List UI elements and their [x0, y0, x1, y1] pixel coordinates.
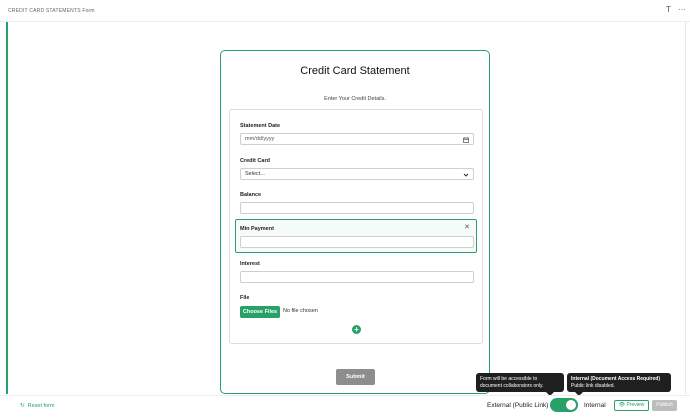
card-title: Credit Card Statement: [300, 65, 410, 77]
external-tooltip: Form will be accessible to document coll…: [476, 373, 564, 396]
eye-icon: 👁: [618, 402, 626, 408]
min-payment-label: Min Payment: [240, 226, 274, 232]
close-icon[interactable]: ✕: [464, 223, 470, 231]
add-field-icon[interactable]: +: [352, 325, 361, 334]
statement-date-placeholder: mm/dd/yyyy: [245, 136, 275, 142]
reset-form-label: Reset form: [27, 403, 55, 409]
credit-card-label: Credit Card: [240, 158, 270, 164]
form-card: Credit Card Statement Enter Your Credit …: [220, 50, 490, 394]
balance-label: Balance: [240, 192, 262, 198]
more-options-icon[interactable]: ···: [678, 5, 686, 14]
external-label: External (Public Link): [487, 402, 549, 409]
choose-files-button[interactable]: Choose Files: [240, 306, 280, 318]
toggle-knob: [566, 400, 576, 410]
credit-card-select[interactable]: Select...: [240, 168, 474, 180]
internal-label: Internal: [584, 402, 606, 409]
interest-input[interactable]: [240, 271, 474, 283]
submit-button[interactable]: Submit: [336, 369, 375, 385]
reset-icon: ↻: [20, 403, 25, 409]
form-title: CREDIT CARD STATEMENTS Form: [8, 8, 95, 14]
internal-tooltip-body: Public link disabled.: [571, 382, 615, 389]
file-status: No file chosen: [283, 308, 318, 314]
access-toggle[interactable]: [550, 398, 578, 412]
statement-date-input[interactable]: mm/dd/yyyy: [240, 133, 474, 145]
balance-input[interactable]: [240, 202, 474, 214]
chevron-down-icon: [463, 169, 469, 182]
right-divider: [685, 22, 686, 394]
statement-date-label: Statement Date: [240, 123, 281, 129]
file-label: File: [240, 295, 250, 301]
top-bar: CREDIT CARD STATEMENTS Form T ···: [0, 0, 690, 22]
internal-tooltip-title: Internal (Document Access Required): [571, 376, 661, 382]
card-subtitle: Enter Your Credit Details.: [324, 96, 386, 102]
internal-tooltip: Internal (Document Access Required) Publ…: [567, 373, 671, 396]
credit-card-value: Select...: [245, 171, 265, 177]
preview-label: Preview: [626, 402, 645, 408]
form-canvas: Credit Card Statement Enter Your Credit …: [8, 22, 685, 394]
calendar-icon[interactable]: [463, 134, 469, 147]
min-payment-input[interactable]: [240, 236, 474, 248]
preview-button[interactable]: 👁 Preview: [614, 400, 649, 411]
text-format-icon[interactable]: T: [666, 5, 671, 14]
publish-button[interactable]: Publish: [652, 400, 677, 411]
reset-form-button[interactable]: ↻ Reset form: [20, 403, 55, 409]
interest-label: Interest: [240, 261, 260, 267]
fields-container: Statement Date mm/dd/yyyy Credit Card Se…: [229, 109, 483, 344]
